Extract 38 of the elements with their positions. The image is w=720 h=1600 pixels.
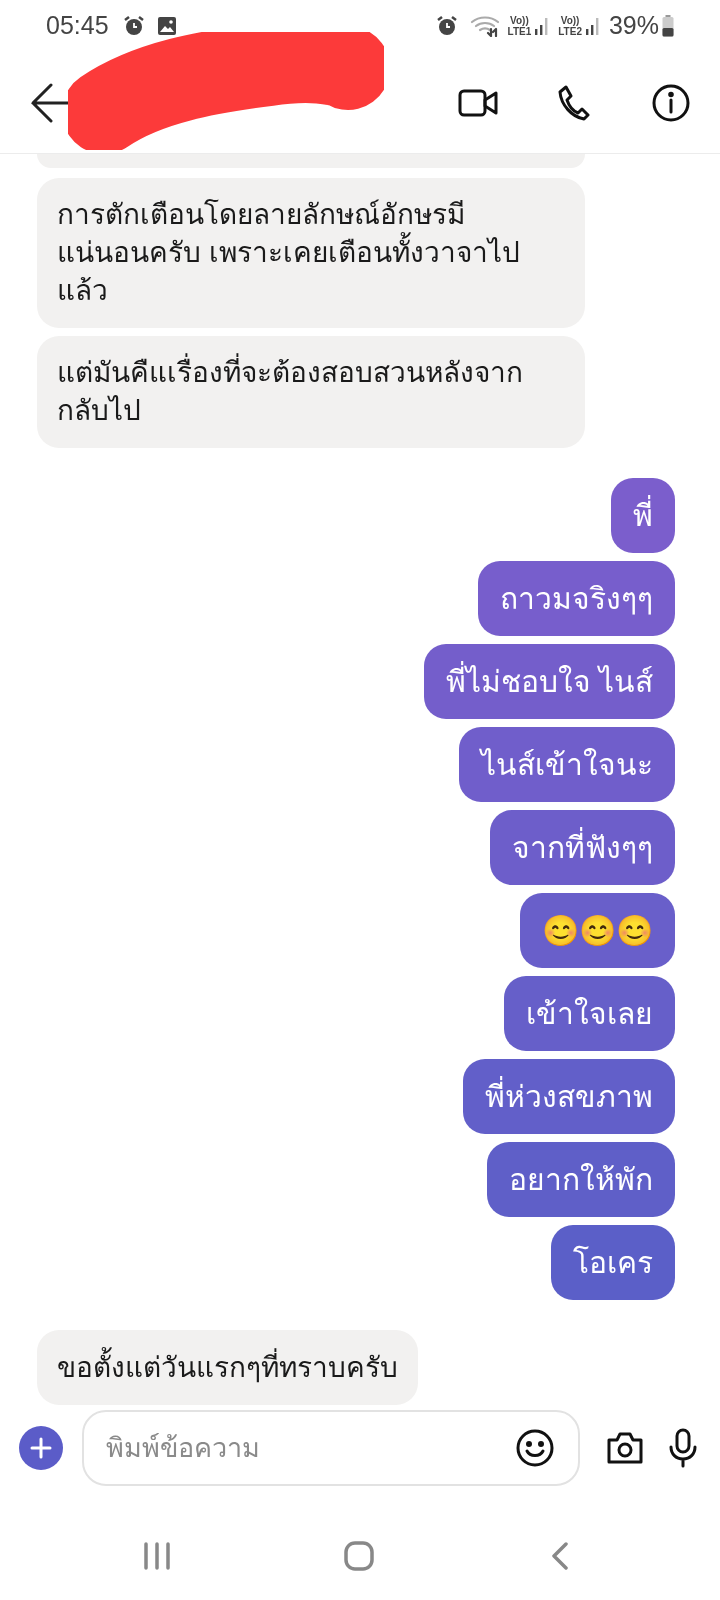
message-bubble: 😊😊😊 (520, 893, 675, 968)
message-bubble: จากที่ฟังๆๆ (490, 810, 675, 885)
network-label: Vo)) (510, 15, 529, 26)
network-label: LTE2 (558, 26, 582, 37)
message-bubble: แต่มันคืแเรื่องที่จะต้องสอบสวนหลังจาก กลับไป (37, 336, 585, 448)
smiley-icon[interactable] (516, 1429, 554, 1467)
message-bubble: การตักเตือนโดยลายลักษณ์อักษรมี แน่นอนครับ เพราะเคยเตือนทั้งวาจาไป แล้ว (37, 178, 585, 328)
plus-icon (30, 1437, 52, 1459)
phone-icon[interactable] (558, 84, 590, 121)
info-icon[interactable] (652, 83, 690, 122)
image-icon (156, 16, 177, 36)
message-bubble: พี่ไม่ชอบใจ ไนส์ (423, 644, 675, 719)
signal-icon (584, 16, 601, 36)
add-button[interactable] (19, 1426, 63, 1470)
network-label: LTE1 (507, 26, 532, 37)
wifi-icon (469, 15, 500, 37)
message-bubble: ถาวมจริงๆๆ (478, 561, 675, 636)
microphone-icon[interactable] (668, 1428, 698, 1468)
back-nav-icon[interactable] (551, 1542, 569, 1570)
network-label: Vo)) (560, 15, 580, 26)
home-icon[interactable] (344, 1541, 374, 1571)
alarm-icon (122, 15, 145, 37)
message-bubble: พี่ห่วงสขภาพ (463, 1059, 675, 1134)
battery-icon (662, 15, 674, 37)
clock-time: 05:45 (46, 10, 109, 42)
camera-icon[interactable] (606, 1431, 644, 1465)
video-camera-icon[interactable] (458, 87, 498, 118)
message-input[interactable]: พิมพ์ข้อความ (106, 1427, 516, 1469)
message-bubble: พี่ (611, 478, 675, 553)
battery-percentage: 39% (608, 10, 659, 42)
message-bubble: ขอตั้งแต่วันแรกๆที่ทราบครับ (37, 1330, 418, 1405)
message-bubble: อยากให้พัก (487, 1142, 675, 1217)
recent-apps-icon[interactable] (143, 1542, 171, 1570)
message-bubble: เข้าใจเลย (504, 976, 675, 1051)
message-bubble: โอเคร (551, 1225, 675, 1300)
message-bubble: ไนส์เข้าใจนะ (459, 727, 675, 802)
message-field[interactable]: พิมพ์ข้อความ (82, 1410, 580, 1486)
alarm-icon (435, 15, 458, 37)
